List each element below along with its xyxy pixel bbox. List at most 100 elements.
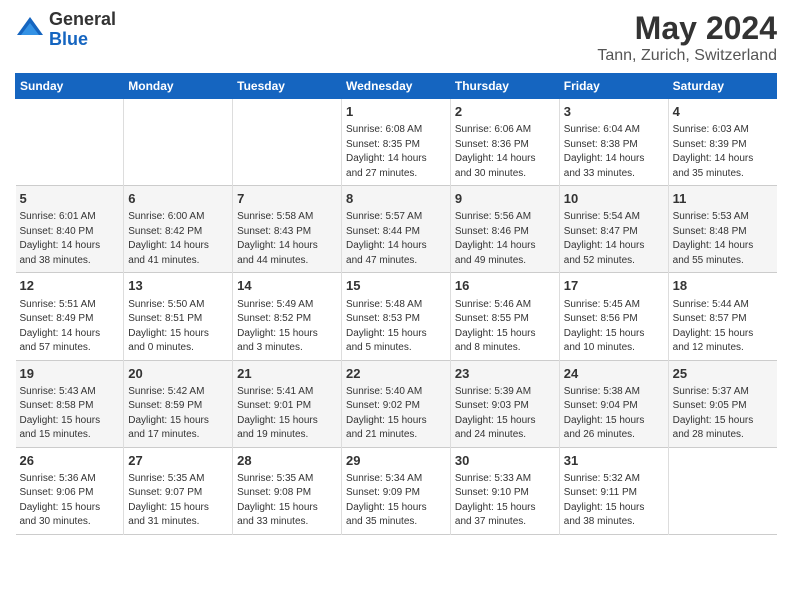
calendar-cell: 22 Sunrise: 5:40 AM Sunset: 9:02 PM Dayli… [342, 360, 451, 447]
logo: General Blue [15, 10, 116, 50]
subtitle: Tann, Zurich, Switzerland [597, 47, 777, 65]
day-number: 13 [128, 277, 228, 295]
day-number: 17 [564, 277, 664, 295]
day-number: 1 [346, 103, 446, 121]
day-number: 31 [564, 452, 664, 470]
calendar-cell: 8Sunrise: 5:57 AM Sunset: 8:44 PM Daylig… [342, 186, 451, 273]
day-number: 9 [455, 190, 555, 208]
calendar-cell [668, 447, 776, 534]
calendar-cell: 5 Sunrise: 6:01 AM Sunset: 8:40 PM Daylig… [16, 186, 124, 273]
calendar-cell [124, 99, 233, 186]
day-number: 3 [564, 103, 664, 121]
logo-blue: Blue [49, 30, 116, 50]
page: General Blue May 2024 Tann, Zurich, Swit… [0, 0, 792, 545]
calendar-table: SundayMondayTuesdayWednesdayThursdayFrid… [15, 73, 777, 535]
calendar-cell: 21Sunrise: 5:41 AM Sunset: 9:01 PM Dayli… [233, 360, 342, 447]
calendar-cell: 25 Sunrise: 5:37 AM Sunset: 9:05 PM Dayli… [668, 360, 776, 447]
header-row: SundayMondayTuesdayWednesdayThursdayFrid… [16, 74, 777, 99]
cell-content: Sunrise: 5:54 AM Sunset: 8:47 PM Dayligh… [564, 210, 664, 268]
cell-content: Sunrise: 5:42 AM Sunset: 8:59 PM Dayligh… [128, 385, 228, 443]
cell-content: Sunrise: 5:38 AM Sunset: 9:04 PM Dayligh… [564, 385, 664, 443]
cell-content: Sunrise: 6:00 AM Sunset: 8:42 PM Dayligh… [128, 210, 228, 268]
cell-content: Sunrise: 5:51 AM Sunset: 8:49 PM Dayligh… [20, 298, 120, 356]
cell-content: Sunrise: 5:56 AM Sunset: 8:46 PM Dayligh… [455, 210, 555, 268]
day-header-wednesday: Wednesday [342, 74, 451, 99]
calendar-cell: 1 Sunrise: 6:08 AM Sunset: 8:35 PM Daylig… [342, 99, 451, 186]
day-number: 20 [128, 365, 228, 383]
cell-content: Sunrise: 5:39 AM Sunset: 9:03 PM Dayligh… [455, 385, 555, 443]
day-number: 24 [564, 365, 664, 383]
calendar-cell: 26 Sunrise: 5:36 AM Sunset: 9:06 PM Dayli… [16, 447, 124, 534]
day-header-saturday: Saturday [668, 74, 776, 99]
day-header-monday: Monday [124, 74, 233, 99]
day-header-tuesday: Tuesday [233, 74, 342, 99]
cell-content: Sunrise: 6:03 AM Sunset: 8:39 PM Dayligh… [673, 123, 773, 181]
day-header-sunday: Sunday [16, 74, 124, 99]
day-number: 12 [20, 277, 120, 295]
week-row-1: 1 Sunrise: 6:08 AM Sunset: 8:35 PM Daylig… [16, 99, 777, 186]
day-number: 27 [128, 452, 228, 470]
cell-content: Sunrise: 5:35 AM Sunset: 9:08 PM Dayligh… [237, 472, 337, 530]
cell-content: Sunrise: 5:34 AM Sunset: 9:09 PM Dayligh… [346, 472, 446, 530]
calendar-cell: 17 Sunrise: 5:45 AM Sunset: 8:56 PM Dayli… [559, 273, 668, 360]
title-section: May 2024 Tann, Zurich, Switzerland [597, 10, 777, 65]
calendar-cell: 3Sunrise: 6:04 AM Sunset: 8:38 PM Daylig… [559, 99, 668, 186]
calendar-cell: 7 Sunrise: 5:58 AM Sunset: 8:43 PM Daylig… [233, 186, 342, 273]
cell-content: Sunrise: 5:53 AM Sunset: 8:48 PM Dayligh… [673, 210, 773, 268]
calendar-cell: 10Sunrise: 5:54 AM Sunset: 8:47 PM Dayli… [559, 186, 668, 273]
week-row-4: 19Sunrise: 5:43 AM Sunset: 8:58 PM Dayli… [16, 360, 777, 447]
day-number: 25 [673, 365, 773, 383]
day-number: 16 [455, 277, 555, 295]
day-number: 2 [455, 103, 555, 121]
cell-content: Sunrise: 5:45 AM Sunset: 8:56 PM Dayligh… [564, 298, 664, 356]
day-number: 11 [673, 190, 773, 208]
day-number: 4 [673, 103, 773, 121]
calendar-cell: 18 Sunrise: 5:44 AM Sunset: 8:57 PM Dayli… [668, 273, 776, 360]
day-number: 18 [673, 277, 773, 295]
logo-text: General Blue [49, 10, 116, 50]
cell-content: Sunrise: 5:37 AM Sunset: 9:05 PM Dayligh… [673, 385, 773, 443]
calendar-cell: 12 Sunrise: 5:51 AM Sunset: 8:49 PM Dayli… [16, 273, 124, 360]
calendar-cell: 28 Sunrise: 5:35 AM Sunset: 9:08 PM Dayli… [233, 447, 342, 534]
calendar-cell: 24 Sunrise: 5:38 AM Sunset: 9:04 PM Dayli… [559, 360, 668, 447]
day-header-friday: Friday [559, 74, 668, 99]
cell-content: Sunrise: 5:44 AM Sunset: 8:57 PM Dayligh… [673, 298, 773, 356]
week-row-3: 12 Sunrise: 5:51 AM Sunset: 8:49 PM Dayli… [16, 273, 777, 360]
calendar-cell: 13Sunrise: 5:50 AM Sunset: 8:51 PM Dayli… [124, 273, 233, 360]
calendar-cell: 14 Sunrise: 5:49 AM Sunset: 8:52 PM Dayli… [233, 273, 342, 360]
cell-content: Sunrise: 5:41 AM Sunset: 9:01 PM Dayligh… [237, 385, 337, 443]
calendar-cell [233, 99, 342, 186]
day-number: 7 [237, 190, 337, 208]
day-number: 14 [237, 277, 337, 295]
day-number: 23 [455, 365, 555, 383]
cell-content: Sunrise: 5:58 AM Sunset: 8:43 PM Dayligh… [237, 210, 337, 268]
calendar-cell: 20 Sunrise: 5:42 AM Sunset: 8:59 PM Dayli… [124, 360, 233, 447]
calendar-cell: 9 Sunrise: 5:56 AM Sunset: 8:46 PM Daylig… [450, 186, 559, 273]
calendar-cell: 15Sunrise: 5:48 AM Sunset: 8:53 PM Dayli… [342, 273, 451, 360]
calendar-cell: 2Sunrise: 6:06 AM Sunset: 8:36 PM Daylig… [450, 99, 559, 186]
day-number: 19 [20, 365, 120, 383]
calendar-cell: 4 Sunrise: 6:03 AM Sunset: 8:39 PM Daylig… [668, 99, 776, 186]
day-number: 29 [346, 452, 446, 470]
day-number: 28 [237, 452, 337, 470]
day-header-thursday: Thursday [450, 74, 559, 99]
calendar-cell: 29 Sunrise: 5:34 AM Sunset: 9:09 PM Dayli… [342, 447, 451, 534]
calendar-cell: 30Sunrise: 5:33 AM Sunset: 9:10 PM Dayli… [450, 447, 559, 534]
cell-content: Sunrise: 5:40 AM Sunset: 9:02 PM Dayligh… [346, 385, 446, 443]
day-number: 5 [20, 190, 120, 208]
header: General Blue May 2024 Tann, Zurich, Swit… [15, 10, 777, 65]
cell-content: Sunrise: 6:08 AM Sunset: 8:35 PM Dayligh… [346, 123, 446, 181]
cell-content: Sunrise: 5:49 AM Sunset: 8:52 PM Dayligh… [237, 298, 337, 356]
logo-general: General [49, 10, 116, 30]
calendar-cell: 23 Sunrise: 5:39 AM Sunset: 9:03 PM Dayli… [450, 360, 559, 447]
cell-content: Sunrise: 5:33 AM Sunset: 9:10 PM Dayligh… [455, 472, 555, 530]
calendar-cell: 19Sunrise: 5:43 AM Sunset: 8:58 PM Dayli… [16, 360, 124, 447]
calendar-cell: 27Sunrise: 5:35 AM Sunset: 9:07 PM Dayli… [124, 447, 233, 534]
day-number: 6 [128, 190, 228, 208]
day-number: 26 [20, 452, 120, 470]
calendar-cell: 31 Sunrise: 5:32 AM Sunset: 9:11 PM Dayli… [559, 447, 668, 534]
cell-content: Sunrise: 5:32 AM Sunset: 9:11 PM Dayligh… [564, 472, 664, 530]
cell-content: Sunrise: 5:36 AM Sunset: 9:06 PM Dayligh… [20, 472, 120, 530]
day-number: 22 [346, 365, 446, 383]
cell-content: Sunrise: 6:01 AM Sunset: 8:40 PM Dayligh… [20, 210, 120, 268]
